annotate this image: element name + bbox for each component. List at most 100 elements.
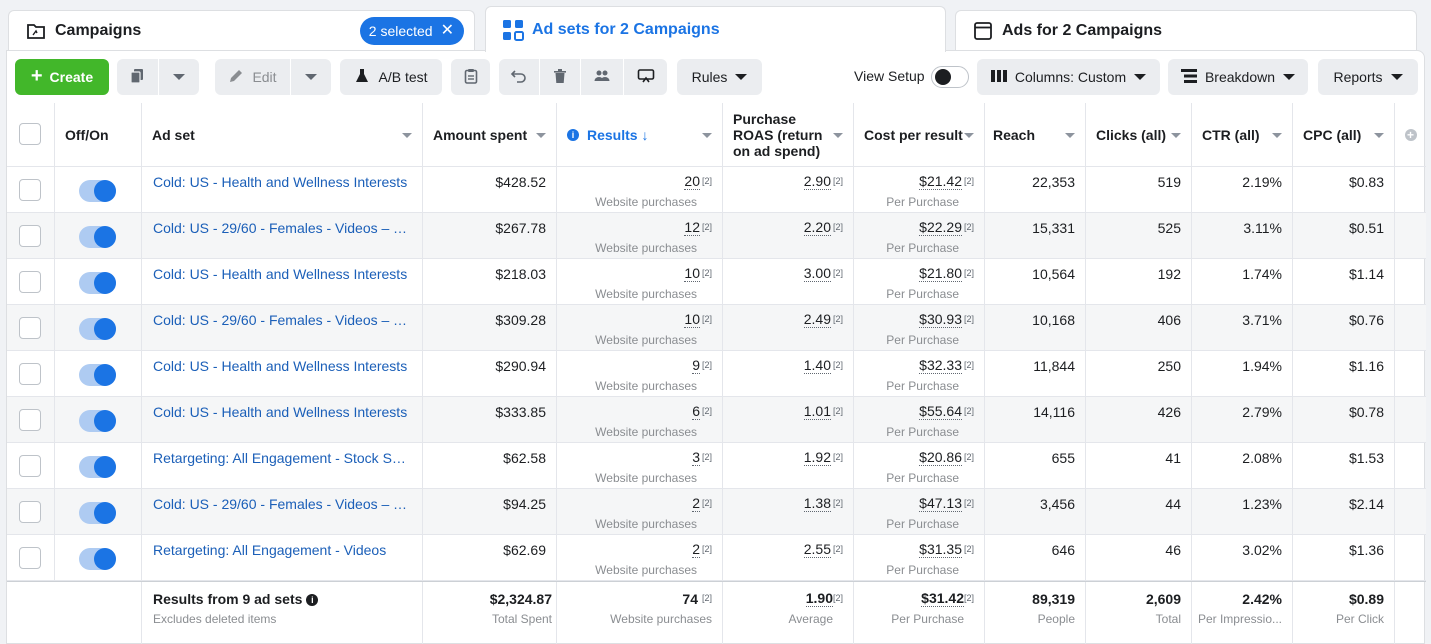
table-row[interactable]: Cold: US - 29/60 - Females - Videos – To… xyxy=(7,489,1426,535)
roas-value[interactable]: 2.49 xyxy=(803,312,831,328)
cost-value[interactable]: $21.80 xyxy=(919,266,962,282)
tab-adsets[interactable]: Ad sets for 2 Campaigns xyxy=(485,6,946,52)
header-results[interactable]: i Results ↓ xyxy=(557,103,723,166)
table-row[interactable]: Cold: US - Health and Wellness Interests… xyxy=(7,397,1426,443)
roas-value[interactable]: 2.90 xyxy=(803,174,831,190)
rules-button[interactable]: Rules xyxy=(677,59,762,95)
results-value[interactable]: 12 xyxy=(684,220,700,236)
header-onoff[interactable]: Off/On xyxy=(55,103,142,166)
adset-status-toggle[interactable] xyxy=(79,502,116,524)
row-checkbox[interactable] xyxy=(19,225,41,247)
ab-test-button[interactable]: A/B test xyxy=(340,59,442,95)
roas-value[interactable]: 1.01 xyxy=(803,404,831,420)
table-row[interactable]: Retargeting: All Engagement - Videos $62.… xyxy=(7,535,1426,581)
tab-ads[interactable]: Ads for 2 Campaigns xyxy=(955,10,1417,50)
table-row[interactable]: Retargeting: All Engagement - Stock Stor… xyxy=(7,443,1426,489)
clipboard-button[interactable] xyxy=(451,59,490,95)
adset-status-toggle[interactable] xyxy=(79,548,116,570)
adset-name-link[interactable]: Cold: US - Health and Wellness Interests xyxy=(153,266,409,282)
header-roas[interactable]: Purchase ROAS (return on ad spend) xyxy=(723,103,854,166)
cost-value[interactable]: $31.35 xyxy=(919,542,962,558)
row-checkbox[interactable] xyxy=(19,547,41,569)
cost-value[interactable]: $21.42 xyxy=(919,174,962,190)
header-cpc[interactable]: CPC (all) xyxy=(1293,103,1395,166)
header-reach[interactable]: Reach xyxy=(985,103,1086,166)
row-checkbox[interactable] xyxy=(19,501,41,523)
audience-button[interactable] xyxy=(581,59,623,95)
row-checkbox[interactable] xyxy=(19,455,41,477)
roas-value[interactable]: 1.92 xyxy=(803,450,831,466)
table-row[interactable]: Cold: US - 29/60 - Females - Videos – To… xyxy=(7,213,1426,259)
results-value[interactable]: 10 xyxy=(684,312,700,328)
table-row[interactable]: Cold: US - 29/60 - Females - Videos – To… xyxy=(7,305,1426,351)
add-column-button[interactable]: + xyxy=(1395,103,1426,166)
adset-name-link[interactable]: Cold: US - Health and Wellness Interests xyxy=(153,404,409,420)
cost-value[interactable]: $22.29 xyxy=(919,220,962,236)
rules-label: Rules xyxy=(691,69,728,85)
roas-value[interactable]: 3.00 xyxy=(803,266,831,282)
adset-status-toggle[interactable] xyxy=(79,272,116,294)
duplicate-button[interactable] xyxy=(117,59,158,95)
header-ctr[interactable]: CTR (all) xyxy=(1192,103,1293,166)
results-value[interactable]: 20 xyxy=(684,174,700,190)
cost-value[interactable]: $20.86 xyxy=(919,450,962,466)
select-all-checkbox[interactable] xyxy=(19,123,41,145)
delete-button[interactable] xyxy=(540,59,580,95)
results-value[interactable]: 2 xyxy=(692,542,700,558)
row-checkbox[interactable] xyxy=(19,363,41,385)
adset-status-toggle[interactable] xyxy=(79,226,116,248)
results-value[interactable]: 3 xyxy=(692,450,700,466)
breakdown-button[interactable]: Breakdown xyxy=(1168,59,1308,95)
info-icon[interactable]: i xyxy=(306,594,319,606)
row-checkbox[interactable] xyxy=(19,179,41,201)
undo-button[interactable] xyxy=(499,59,539,95)
adset-status-toggle[interactable] xyxy=(79,456,116,478)
view-setup-toggle[interactable] xyxy=(931,66,969,88)
cost-value[interactable]: $47.13 xyxy=(919,496,962,512)
results-value[interactable]: 6 xyxy=(692,404,700,420)
cost-value[interactable]: $32.33 xyxy=(919,358,962,374)
adset-name-link[interactable]: Cold: US - Health and Wellness Interests xyxy=(153,174,409,190)
row-checkbox[interactable] xyxy=(19,409,41,431)
table-row[interactable]: Cold: US - Health and Wellness Interests… xyxy=(7,259,1426,305)
clear-selection-icon[interactable]: ✕ xyxy=(441,23,454,39)
adset-status-toggle[interactable] xyxy=(79,364,116,386)
cost-value[interactable]: $30.93 xyxy=(919,312,962,328)
adset-name-link[interactable]: Cold: US - Health and Wellness Interests xyxy=(153,358,409,374)
row-checkbox[interactable] xyxy=(19,271,41,293)
reports-button[interactable]: Reports xyxy=(1318,59,1418,95)
roas-value[interactable]: 2.55 xyxy=(803,542,831,558)
header-cost-per-result[interactable]: Cost per result xyxy=(854,103,985,166)
preview-button[interactable] xyxy=(624,59,667,95)
adset-name-link[interactable]: Cold: US - 29/60 - Females - Videos – To… xyxy=(153,220,409,236)
edit-button[interactable]: Edit xyxy=(215,59,290,95)
edit-dropdown-button[interactable] xyxy=(291,59,331,95)
adset-status-toggle[interactable] xyxy=(79,180,116,202)
columns-button[interactable]: Columns: Custom xyxy=(977,59,1160,95)
totals-roas[interactable]: 1.90 xyxy=(805,591,833,607)
results-value[interactable]: 9 xyxy=(692,358,700,374)
duplicate-dropdown-button[interactable] xyxy=(159,59,199,95)
adset-name-link[interactable]: Cold: US - 29/60 - Females - Videos – To… xyxy=(153,496,409,512)
cost-value[interactable]: $55.64 xyxy=(919,404,962,420)
results-value[interactable]: 10 xyxy=(684,266,700,282)
tab-campaigns[interactable]: Campaigns 2 selected ✕ xyxy=(8,10,475,50)
header-adset[interactable]: Ad set xyxy=(142,103,423,166)
totals-cost[interactable]: $31.42 xyxy=(921,591,964,607)
create-button[interactable]: + Create xyxy=(15,59,109,95)
adset-name-link[interactable]: Retargeting: All Engagement - Stock Stor… xyxy=(153,450,409,466)
adset-name-link[interactable]: Cold: US - 29/60 - Females - Videos – To… xyxy=(153,312,409,328)
header-clicks[interactable]: Clicks (all) xyxy=(1086,103,1192,166)
adset-name-link[interactable]: Retargeting: All Engagement - Videos xyxy=(153,542,409,558)
table-row[interactable]: Cold: US - Health and Wellness Interests… xyxy=(7,167,1426,213)
row-checkbox[interactable] xyxy=(19,317,41,339)
roas-value[interactable]: 1.38 xyxy=(803,496,831,512)
adset-status-toggle[interactable] xyxy=(79,410,116,432)
header-amount-spent[interactable]: Amount spent xyxy=(423,103,557,166)
table-row[interactable]: Cold: US - Health and Wellness Interests… xyxy=(7,351,1426,397)
roas-value[interactable]: 2.20 xyxy=(803,220,831,236)
roas-value[interactable]: 1.40 xyxy=(803,358,831,374)
results-value[interactable]: 2 xyxy=(692,496,700,512)
adset-status-toggle[interactable] xyxy=(79,318,116,340)
selected-badge[interactable]: 2 selected ✕ xyxy=(359,17,464,45)
